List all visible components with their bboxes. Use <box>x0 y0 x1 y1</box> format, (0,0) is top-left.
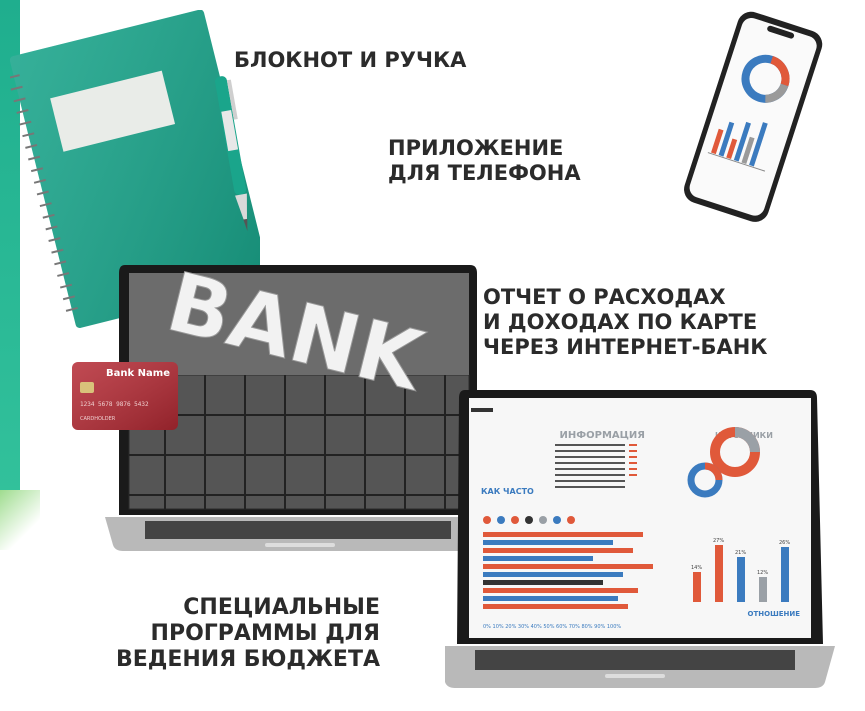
label-budget-programs: СПЕЦИАЛЬНЫЕ ПРОГРАММЫ ДЛЯ ВЕДЕНИЯ БЮДЖЕТ… <box>50 595 380 673</box>
label-line: ДЛЯ ТЕЛЕФОНА <box>388 160 581 185</box>
bottom-heading: ОТНОШЕНИЕ <box>748 610 801 618</box>
percent-axis: 0% 10% 20% 30% 40% 50% 60% 70% 80% 90% 1… <box>483 624 621 630</box>
label-phone-app: ПРИЛОЖЕНИЕ ДЛЯ ТЕЛЕФОНА <box>388 136 581 186</box>
bar-value-2: 27% <box>713 538 724 544</box>
label-line: ПРОГРАММЫ ДЛЯ <box>150 620 380 646</box>
left-heading: КАК ЧАСТО <box>481 487 534 496</box>
green-corner-decoration <box>0 490 40 550</box>
bar-value-1: 14% <box>691 565 702 571</box>
label-line: ЧЕРЕЗ ИНТЕРНЕТ-БАНК <box>483 334 768 359</box>
bar-value-5: 26% <box>779 540 790 546</box>
label-line: И ДОХОДАХ ПО КАРТЕ <box>483 309 758 334</box>
bank-card-image: Bank Name 1234 5678 9876 5432 CARDHOLDER <box>72 362 178 430</box>
card-bank-name: Bank Name <box>106 368 170 379</box>
card-number: 1234 5678 9876 5432 <box>80 401 149 408</box>
bar-value-4: 12% <box>757 570 768 576</box>
label-internet-bank-report: ОТЧЕТ О РАСХОДАХ И ДОХОДАХ ПО КАРТЕ ЧЕРЕ… <box>483 285 767 359</box>
pen-image <box>215 76 248 232</box>
bar-value-3: 21% <box>735 550 746 556</box>
label-line: ВЕДЕНИЯ БЮДЖЕТА <box>115 646 380 672</box>
label-line: ПРИЛОЖЕНИЕ <box>388 136 564 160</box>
collage: BANK Bank Name 1234 5678 9876 5432 CARDH… <box>0 0 865 711</box>
label-line: ОТЧЕТ О РАСХОДАХ <box>483 285 726 309</box>
infographic-title: ИНФОРМАЦИЯ <box>559 430 645 441</box>
laptop-infographic-image: ИНФОРМАЦИЯ ИСТОЧНИКИ КАК ЧАСТО 0% 10% 20… <box>445 390 835 688</box>
label-line: БЛОКНОТ И РУЧКА <box>234 48 467 72</box>
card-holder: CARDHOLDER <box>80 416 116 422</box>
smartphone-image <box>684 11 823 222</box>
label-notebook-and-pen: БЛОКНОТ И РУЧКА <box>234 48 466 73</box>
label-line: СПЕЦИАЛЬНЫЕ <box>183 595 380 620</box>
